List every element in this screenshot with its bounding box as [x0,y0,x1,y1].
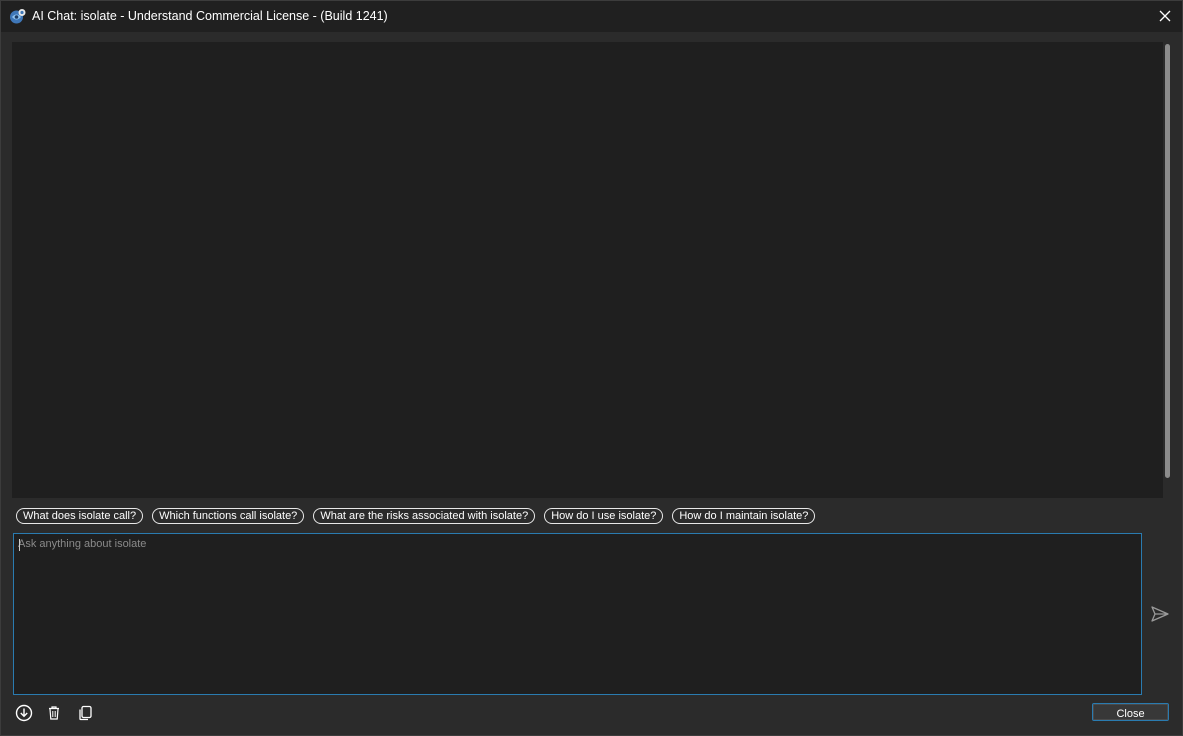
trash-icon[interactable] [44,703,64,723]
download-icon[interactable] [14,703,34,723]
chat-input[interactable] [14,534,1141,694]
chat-input-container [13,533,1142,695]
suggestion-chip[interactable]: How do I maintain isolate? [672,508,816,524]
window-title: AI Chat: isolate - Understand Commercial… [32,9,388,23]
ai-chat-window: AI Chat: isolate - Understand Commercial… [0,0,1183,736]
suggestion-chip[interactable]: What are the risks associated with isola… [313,508,536,524]
copy-icon[interactable] [75,703,95,723]
close-icon[interactable] [1154,5,1176,27]
send-icon[interactable] [1149,603,1171,625]
close-button[interactable]: Close [1092,703,1169,721]
suggestion-chip[interactable]: How do I use isolate? [544,508,664,524]
title-bar: AI Chat: isolate - Understand Commercial… [1,1,1182,32]
chat-scrollbar[interactable] [1163,42,1173,498]
text-caret [19,539,20,551]
suggestion-chip[interactable]: What does isolate call? [16,508,144,524]
chat-history-panel [12,42,1164,498]
understand-app-icon [9,8,26,25]
suggestion-chips: What does isolate call? Which functions … [16,508,816,524]
suggestion-chip[interactable]: Which functions call isolate? [152,508,305,524]
scrollbar-thumb[interactable] [1165,44,1170,478]
